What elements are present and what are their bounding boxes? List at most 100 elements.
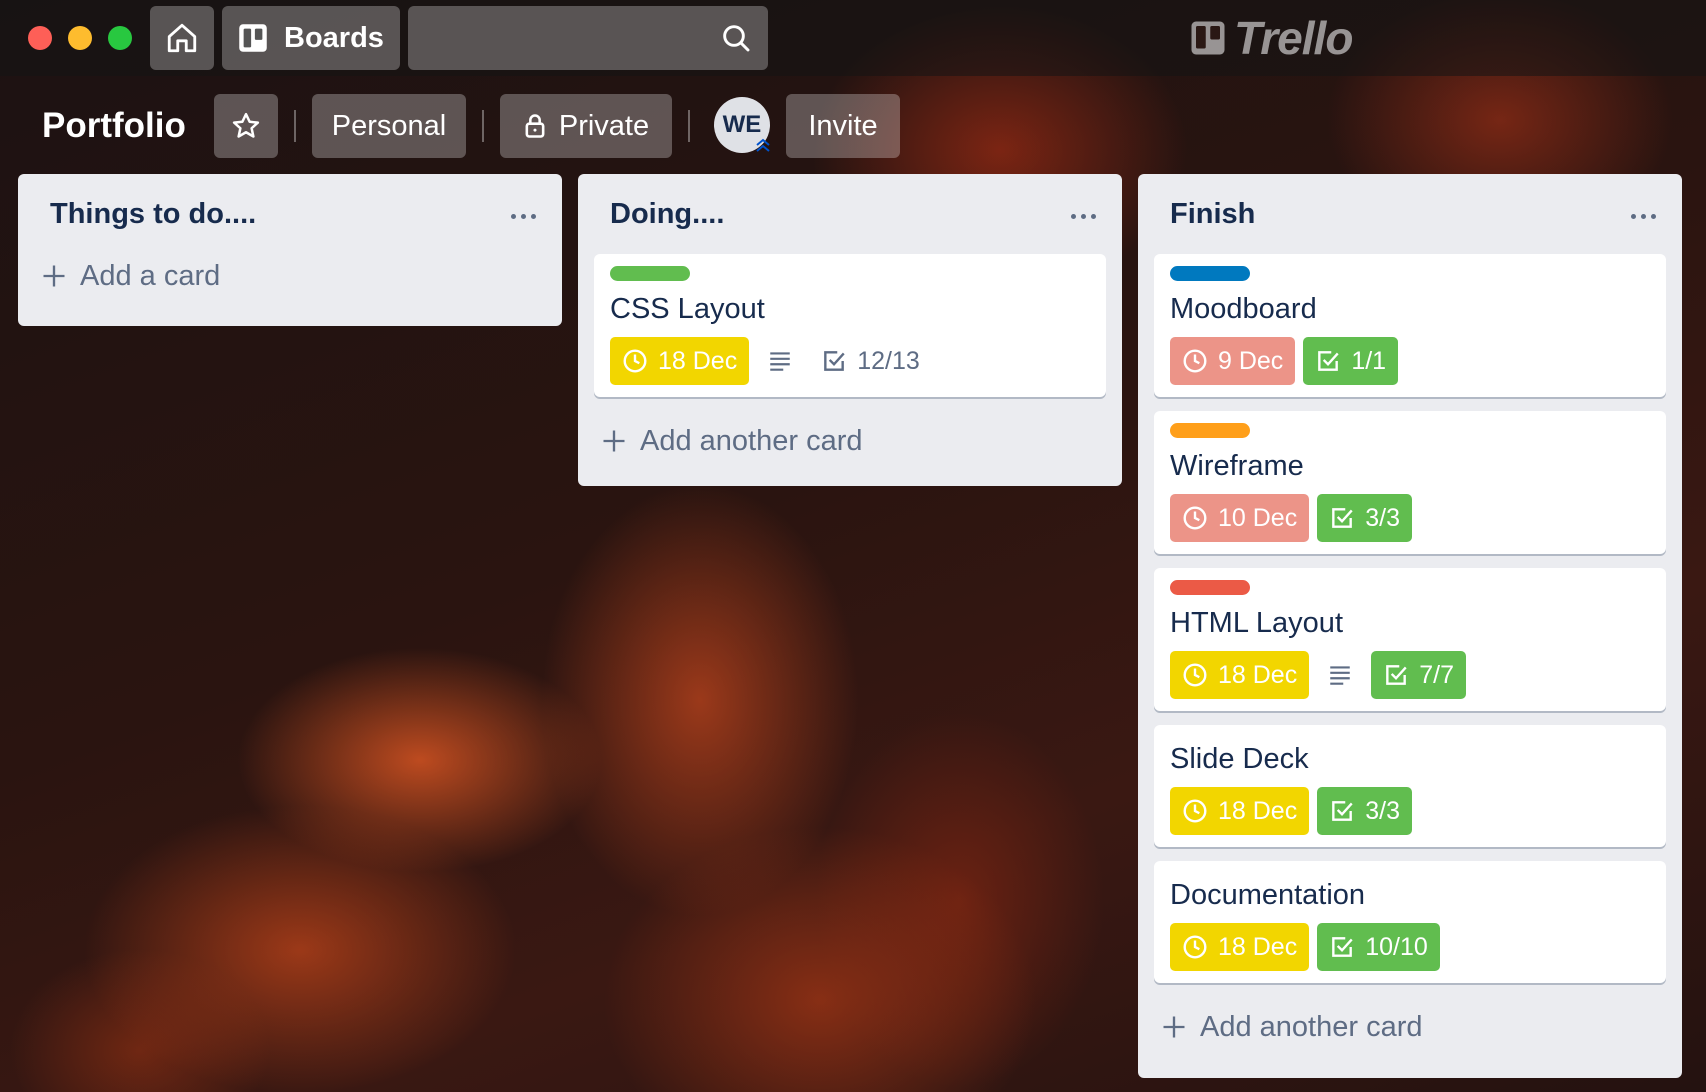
card-title: Moodboard bbox=[1170, 293, 1317, 325]
due-date-badge[interactable]: 18 Dec bbox=[610, 337, 750, 385]
card-label[interactable] bbox=[610, 266, 690, 281]
due-date-badge[interactable]: 18 Dec bbox=[1170, 651, 1310, 699]
card-badges: 18 Dec 10/10 bbox=[1170, 923, 1650, 971]
due-date-text: 18 Dec bbox=[1218, 932, 1298, 961]
checklist-badge: 1/1 bbox=[1303, 337, 1399, 385]
card-slide-deck[interactable]: Slide Deck 18 Dec 3/3 bbox=[1154, 725, 1666, 847]
search-input[interactable] bbox=[408, 6, 768, 70]
card-badges: 10 Dec 3/3 bbox=[1170, 494, 1650, 542]
invite-label: Invite bbox=[808, 109, 878, 142]
card-badges: 18 Dec 12/13 bbox=[610, 337, 1090, 385]
card-title: HTML Layout bbox=[1170, 607, 1343, 639]
card-label[interactable] bbox=[1170, 423, 1250, 438]
header-divider bbox=[294, 110, 296, 142]
due-date-badge[interactable]: 9 Dec bbox=[1170, 337, 1296, 385]
checklist-badge: 12/13 bbox=[811, 337, 930, 385]
list-title[interactable]: Doing.... bbox=[610, 198, 724, 231]
search-icon[interactable] bbox=[720, 22, 752, 54]
invite-button[interactable]: Invite bbox=[786, 94, 900, 158]
lock-icon bbox=[525, 114, 545, 138]
more-icon[interactable] bbox=[1631, 210, 1656, 219]
add-card-label: Add a card bbox=[80, 259, 221, 292]
clock-icon bbox=[623, 349, 647, 373]
checklist-count: 1/1 bbox=[1351, 346, 1387, 375]
member-avatar[interactable]: WE bbox=[714, 97, 770, 153]
visibility-button[interactable]: Private bbox=[500, 94, 672, 158]
due-date-text: 10 Dec bbox=[1218, 503, 1298, 532]
boards-icon bbox=[239, 24, 267, 52]
more-icon[interactable] bbox=[511, 210, 536, 219]
card-badges: 9 Dec 1/1 bbox=[1170, 337, 1650, 385]
card-title: Documentation bbox=[1170, 879, 1366, 911]
card-title: CSS Layout bbox=[610, 293, 765, 325]
plus-icon bbox=[603, 430, 625, 452]
due-date-text: 18 Dec bbox=[1218, 796, 1298, 825]
plus-icon bbox=[1163, 1016, 1185, 1038]
card-documentation[interactable]: Documentation 18 Dec 10/10 bbox=[1154, 861, 1666, 983]
due-date-badge[interactable]: 18 Dec bbox=[1170, 923, 1310, 971]
description-badge bbox=[1317, 651, 1363, 699]
description-icon bbox=[770, 352, 790, 371]
member-initials: WE bbox=[722, 111, 762, 138]
star-board-button[interactable] bbox=[214, 94, 278, 158]
star-icon bbox=[232, 112, 260, 138]
checklist-icon bbox=[1332, 508, 1353, 528]
list-doing: Doing.... CSS Layout 18 Dec 12/13 Add an… bbox=[578, 174, 1122, 486]
list-title[interactable]: Finish bbox=[1170, 198, 1255, 231]
admin-chevrons-icon bbox=[756, 138, 770, 152]
clock-icon bbox=[1183, 663, 1207, 687]
add-card-label: Add another card bbox=[640, 424, 863, 457]
list-title[interactable]: Things to do.... bbox=[50, 198, 256, 231]
due-date-text: 18 Dec bbox=[658, 346, 738, 375]
description-icon bbox=[1330, 666, 1350, 685]
card-badges: 18 Dec 3/3 bbox=[1170, 787, 1650, 835]
checklist-count: 3/3 bbox=[1365, 503, 1400, 532]
more-icon[interactable] bbox=[1071, 210, 1096, 219]
card-html-layout[interactable]: HTML Layout 18 Dec 7/7 bbox=[1154, 568, 1666, 711]
due-date-text: 9 Dec bbox=[1218, 346, 1284, 375]
minimize-window-button[interactable] bbox=[68, 26, 92, 50]
clock-icon bbox=[1183, 935, 1207, 959]
due-date-badge[interactable]: 18 Dec bbox=[1170, 787, 1310, 835]
card-label[interactable] bbox=[1170, 580, 1250, 595]
due-date-badge[interactable]: 10 Dec bbox=[1170, 494, 1310, 542]
personal-button[interactable]: Personal bbox=[312, 94, 466, 158]
card-wireframe[interactable]: Wireframe 10 Dec 3/3 bbox=[1154, 411, 1666, 554]
checklist-badge: 7/7 bbox=[1371, 651, 1466, 699]
add-card-button[interactable]: Add another card bbox=[1138, 999, 1682, 1055]
checklist-badge: 10/10 bbox=[1317, 923, 1440, 971]
card-label[interactable] bbox=[1170, 266, 1250, 281]
private-label: Private bbox=[558, 109, 650, 142]
add-card-button[interactable]: Add another card bbox=[578, 413, 1122, 469]
title-bar: Boards Trello bbox=[0, 0, 1706, 76]
trello-logo[interactable]: Trello bbox=[1190, 12, 1353, 64]
checklist-count: 12/13 bbox=[857, 346, 920, 375]
checklist-count: 3/3 bbox=[1365, 796, 1400, 825]
checklist-badge: 3/3 bbox=[1317, 787, 1412, 835]
boards-label: Boards bbox=[284, 21, 384, 54]
maximize-window-button[interactable] bbox=[108, 26, 132, 50]
add-card-button[interactable]: Add a card bbox=[18, 248, 562, 304]
checklist-badge: 3/3 bbox=[1317, 494, 1412, 542]
list-header: Doing.... bbox=[578, 174, 1122, 254]
boards-button[interactable]: Boards bbox=[222, 6, 400, 70]
card-moodboard[interactable]: Moodboard 9 Dec 1/1 bbox=[1154, 254, 1666, 397]
trello-logo-icon bbox=[1191, 21, 1225, 55]
header-divider bbox=[688, 110, 690, 142]
close-window-button[interactable] bbox=[28, 26, 52, 50]
checklist-count: 10/10 bbox=[1365, 932, 1428, 961]
description-badge bbox=[757, 337, 803, 385]
plus-icon bbox=[43, 265, 65, 287]
clock-icon bbox=[1183, 349, 1207, 373]
personal-label: Personal bbox=[331, 109, 447, 142]
card-title: Wireframe bbox=[1170, 450, 1304, 482]
due-date-text: 18 Dec bbox=[1218, 660, 1298, 689]
card-css-layout[interactable]: CSS Layout 18 Dec 12/13 bbox=[594, 254, 1106, 397]
home-button[interactable] bbox=[150, 6, 214, 70]
checklist-icon bbox=[1332, 801, 1353, 821]
trello-logo-text: Trello bbox=[1234, 12, 1353, 64]
add-card-label: Add another card bbox=[1200, 1010, 1423, 1043]
board-title[interactable]: Portfolio bbox=[42, 100, 186, 152]
checklist-icon bbox=[824, 351, 845, 371]
list-header: Things to do.... bbox=[18, 174, 562, 254]
